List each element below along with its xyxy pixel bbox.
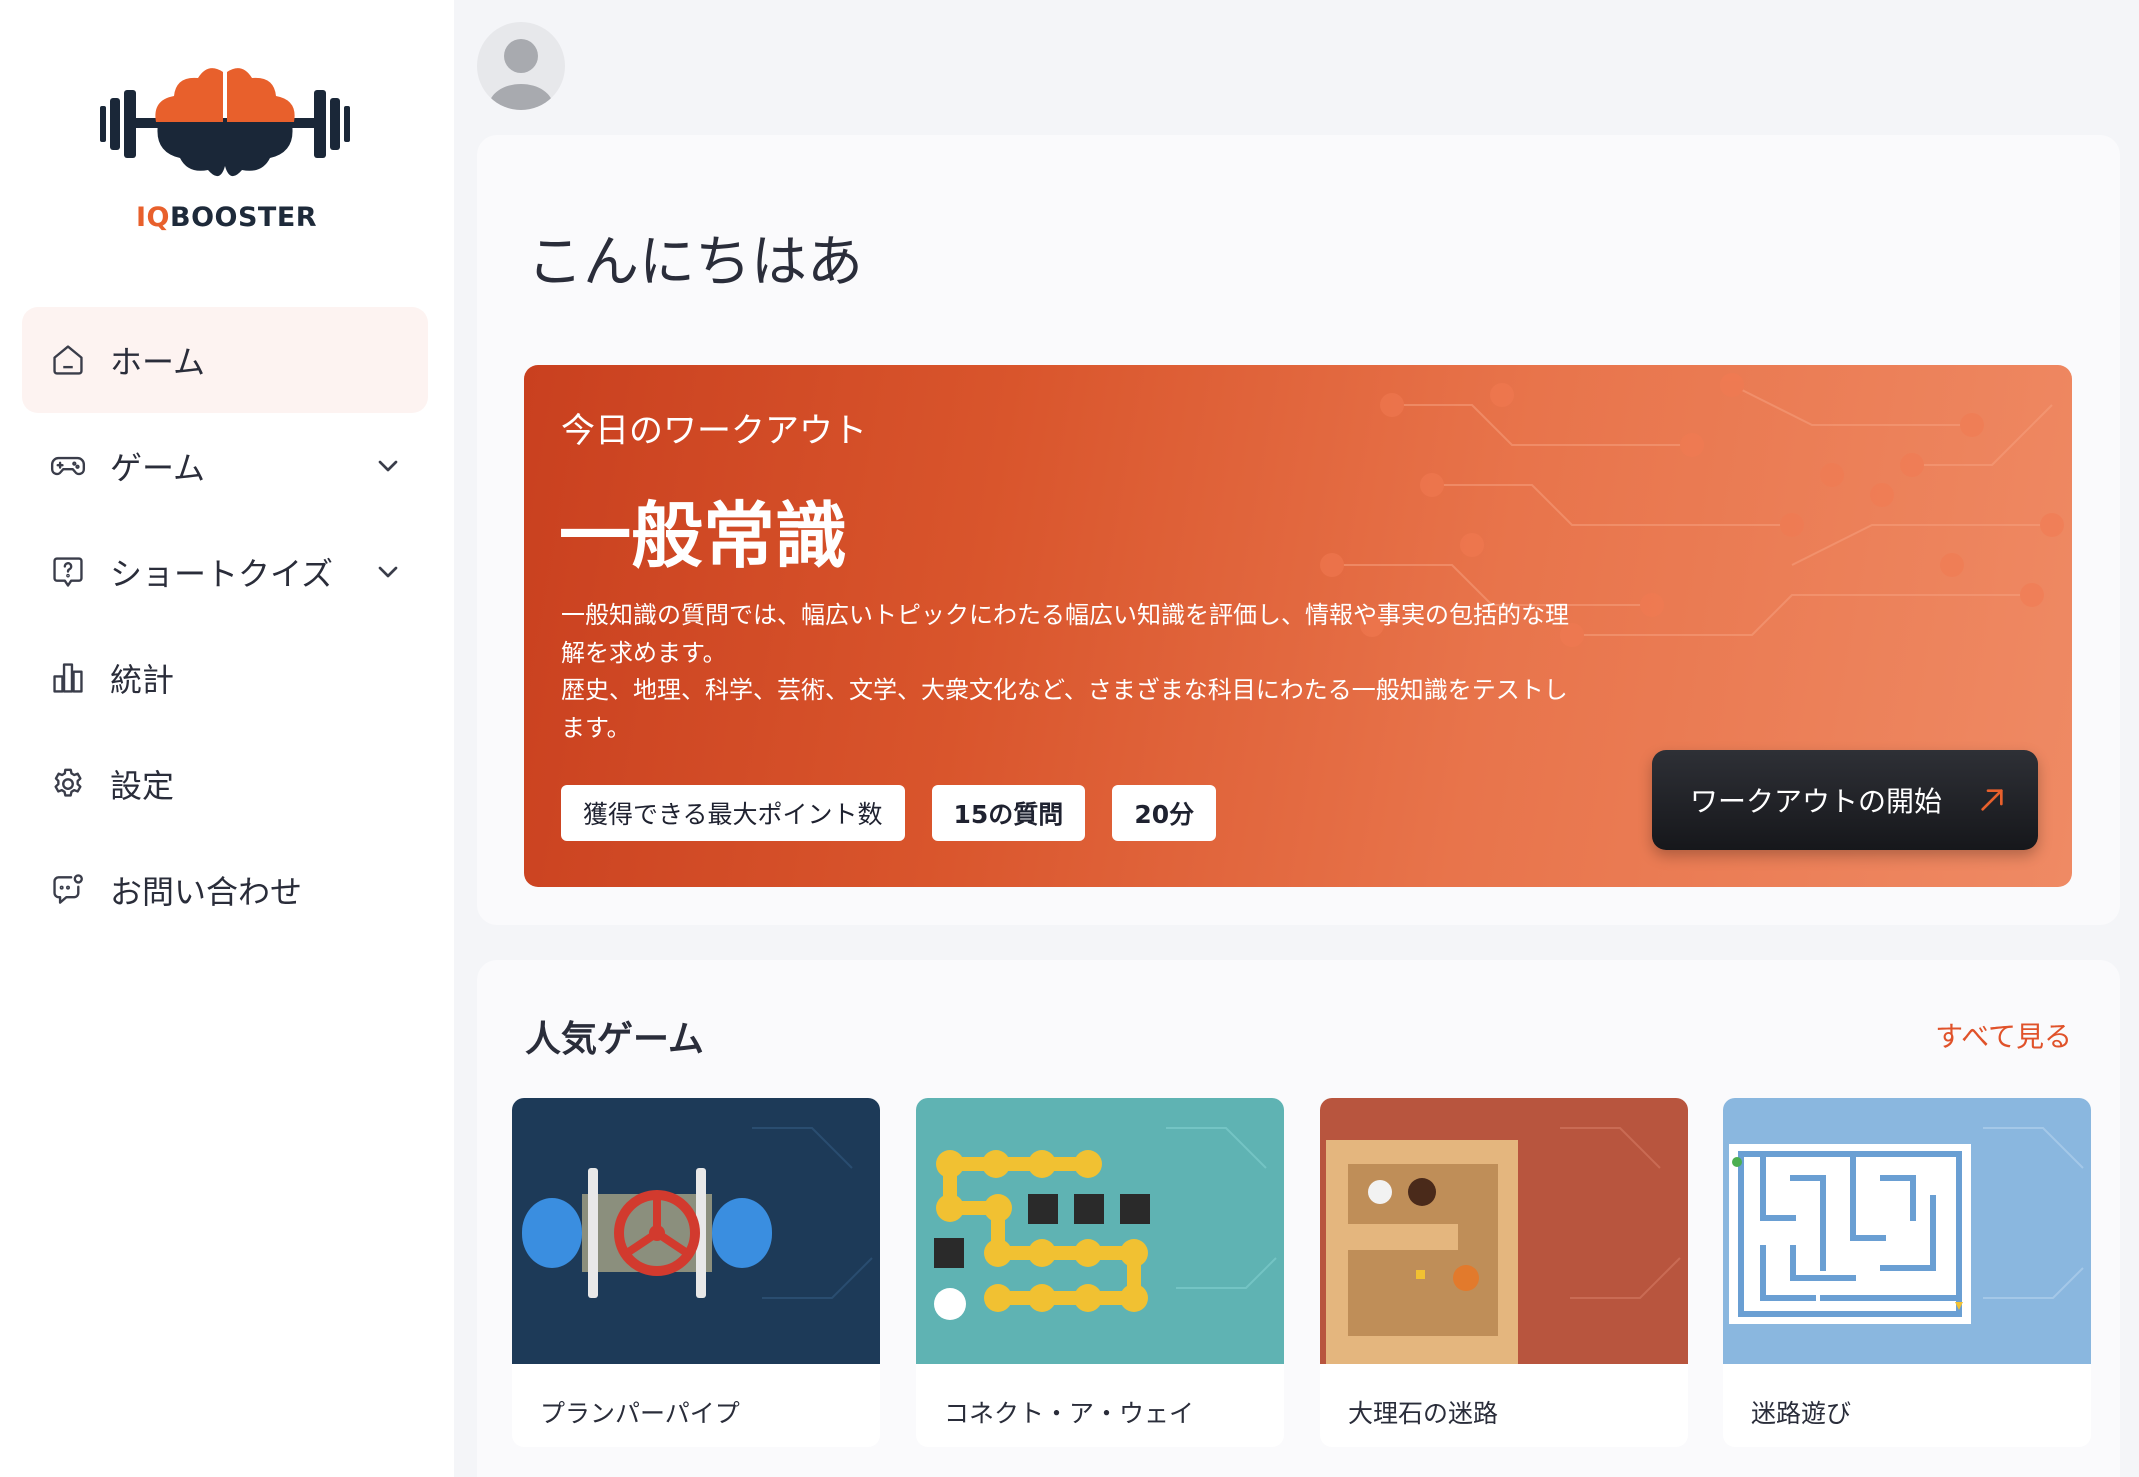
chat-icon — [48, 870, 88, 910]
workout-description-line: 一般知識の質問では、幅広いトピックにわたる幅広い知識を評価し、情報や事実の包括的… — [561, 601, 1569, 667]
workout-description: 一般知識の質問では、幅広いトピックにわたる幅広い知識を評価し、情報や事実の包括的… — [561, 597, 1581, 747]
avatar-placeholder-icon — [489, 39, 553, 110]
daily-workout-banner: 今日のワークアウト 一般常識 一般知識の質問では、幅広いトピックにわたる幅広い知… — [524, 365, 2072, 887]
greeting-title: こんにちはあ — [527, 230, 863, 295]
sidebar: IQBOOSTER ホーム ゲーム ショートクイズ 統計 設定 お問い合わせ — [0, 0, 454, 1477]
sidebar-item-label: お問い合わせ — [110, 873, 303, 911]
game-card-connect-a-way[interactable]: コネクト・ア・ウェイ — [916, 1098, 1284, 1447]
pipe-valve-icon — [512, 1098, 880, 1364]
iqbooster-logo[interactable]: IQBOOSTER — [96, 62, 354, 242]
game-name: プランパーパイプ — [540, 1399, 740, 1428]
connect-dots-icon — [916, 1098, 1284, 1364]
sidebar-item-label: 統計 — [110, 661, 175, 699]
sidebar-item-contact[interactable]: お問い合わせ — [22, 837, 428, 943]
see-all-link[interactable]: すべて見る — [1935, 1015, 2072, 1055]
user-avatar[interactable] — [477, 22, 565, 110]
popular-games-title: 人気ゲーム — [525, 1019, 704, 1060]
game-name: コネクト・ア・ウェイ — [944, 1399, 1195, 1428]
workout-title: 一般常識 — [559, 494, 848, 578]
gamepad-icon — [48, 446, 88, 486]
start-workout-label: ワークアウトの開始 — [1690, 785, 1943, 818]
sidebar-item-stats[interactable]: 統計 — [22, 625, 428, 731]
sidebar-item-label: ショートクイズ — [110, 555, 334, 593]
marble-maze-icon — [1320, 1098, 1688, 1364]
gear-icon — [48, 764, 88, 804]
logo-wordmark: IQBOOSTER — [136, 202, 318, 233]
game-card-marble-maze[interactable]: 大理石の迷路 — [1320, 1098, 1688, 1447]
game-card-plumper-pipe[interactable]: プランパーパイプ — [512, 1098, 880, 1447]
sidebar-item-label: 設定 — [110, 767, 175, 805]
sidebar-item-label: ホーム — [110, 343, 206, 381]
game-card-maze-play[interactable]: 迷路遊び — [1723, 1098, 2091, 1447]
sidebar-item-short-quiz[interactable]: ショートクイズ — [22, 519, 428, 625]
question-count-tag: 15の質問 — [931, 785, 1086, 841]
workout-subtitle: 今日のワークアウト — [561, 411, 867, 451]
bar-chart-icon — [48, 658, 88, 698]
workout-description-line: 歴史、地理、科学、芸術、文学、大衆文化など、さまざまな科目にわたる一般知識をテス… — [561, 676, 1568, 742]
chevron-down-icon[interactable] — [372, 556, 404, 588]
maze-icon — [1723, 1098, 2091, 1364]
brain-dumbbell-icon — [100, 68, 350, 177]
workout-tags: 獲得できる最大ポイント数 15の質問 20分 — [561, 785, 1217, 841]
sidebar-item-games[interactable]: ゲーム — [22, 413, 428, 519]
question-bubble-icon — [48, 552, 88, 592]
duration-tag: 20分 — [1112, 785, 1217, 841]
popular-games-card: 人気ゲーム すべて見る プランパーパイプ コネクト・ア・ウェイ 大理石の迷路 迷… — [477, 960, 2120, 1477]
start-workout-button[interactable]: ワークアウトの開始 — [1652, 750, 2038, 850]
hero-card: こんにちはあ 今日のワークアウト 一般常識 一般知識の質問では、幅広いトピックに… — [477, 135, 2120, 925]
arrow-up-right-icon — [1981, 789, 2003, 811]
home-icon — [48, 340, 88, 380]
sidebar-item-settings[interactable]: 設定 — [22, 731, 428, 837]
game-name: 大理石の迷路 — [1348, 1399, 1499, 1428]
chevron-down-icon[interactable] — [372, 450, 404, 482]
sidebar-nav: ホーム ゲーム ショートクイズ 統計 設定 お問い合わせ — [22, 307, 428, 943]
sidebar-item-home[interactable]: ホーム — [22, 307, 428, 413]
sidebar-item-label: ゲーム — [110, 449, 206, 487]
game-name: 迷路遊び — [1751, 1399, 1852, 1428]
max-points-tag: 獲得できる最大ポイント数 — [561, 785, 905, 841]
